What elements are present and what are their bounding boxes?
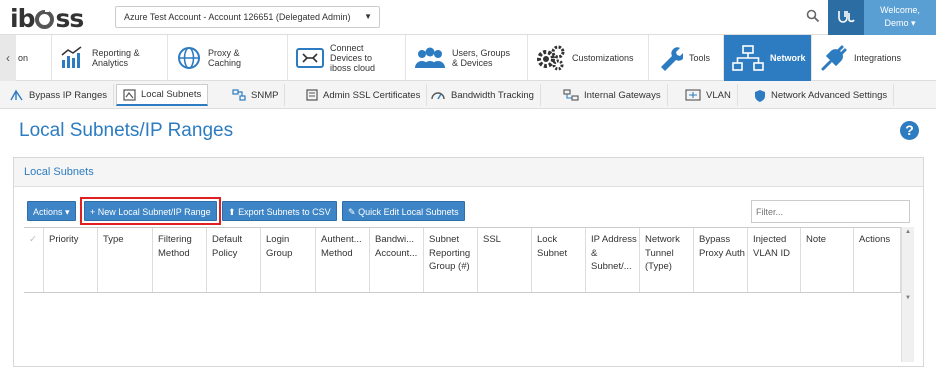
highlight-box [80,197,221,225]
nav-item-integrations[interactable]: Integrations [812,35,936,81]
nav-item-tools[interactable]: Tools [649,35,724,81]
tab-admin-ssl-certificates[interactable]: Admin SSL Certificates [300,84,428,106]
column-header[interactable]: Note [801,228,854,292]
scroll-down-icon[interactable]: ▼ [905,295,911,301]
grid-vertical-scrollbar[interactable]: ▲ ▼ [901,227,914,362]
column-header[interactable]: Injected VLAN ID [748,228,801,292]
tab-vlan[interactable]: VLAN [679,84,738,106]
gateway-icon [563,89,579,101]
nav-item-partial[interactable]: on [16,35,52,81]
chevron-left-icon[interactable]: ‹ [0,35,16,81]
snmp-icon [232,89,246,101]
column-header[interactable]: IP Address & Subnet/... [586,228,640,292]
column-header[interactable]: Lock Subnet [532,228,586,292]
bypass-icon [10,89,23,101]
nav-label: Network [770,53,806,63]
tab-label: Local Subnets [141,89,202,100]
users-icon [415,47,445,68]
tab-label: Bandwidth Tracking [451,89,534,101]
user-name-row: Demo ▾ [864,17,936,30]
nav-item-reporting[interactable]: Reporting & Analytics [52,35,168,81]
page-title: Local Subnets/IP Ranges [19,120,234,141]
account-selector[interactable]: Azure Test Account - Account 126651 (Del… [115,6,380,28]
select-all-checkbox[interactable]: ✓ [24,228,44,292]
column-header[interactable]: Bandwi... Account... [370,228,424,292]
column-header[interactable]: Authent... Method [316,228,370,292]
tab-label: Bypass IP Ranges [29,89,107,101]
tab-network-advanced-settings[interactable]: Network Advanced Settings [748,84,895,106]
local-subnets-icon [123,88,136,101]
quick-edit-button[interactable]: ✎ Quick Edit Local Subnets [342,201,465,221]
chevron-down-icon: ▾ [911,18,916,28]
vlan-icon [685,89,701,101]
welcome-label: Welcome, [880,5,920,15]
nav-label: Customizations [572,53,634,63]
subnets-grid-header: ✓ Priority Type Filtering Method Default… [24,227,914,293]
tab-snmp[interactable]: SNMP [226,84,286,106]
column-header[interactable]: Subnet Reporting Group (#) [424,228,478,292]
search-icon[interactable] [806,9,820,23]
network-icon [732,45,764,71]
account-label: Azure Test Account - Account 126651 (Del… [124,12,351,22]
user-name: Demo [884,18,909,28]
plug-icon [821,45,847,71]
iboss-logo[interactable]: ib ss [10,4,84,33]
upload-icon: ⬆ [228,207,236,217]
tab-label: Network Advanced Settings [771,89,888,101]
top-bar: ib ss Azure Test Account - Account 126651… [0,0,936,35]
nav-label: Users, Groups & Devices [452,48,511,68]
welcome-menu[interactable]: Welcome, Demo ▾ [864,0,936,35]
panel-title: Local Subnets [14,158,923,187]
tab-bandwidth-tracking[interactable]: Bandwidth Tracking [424,84,541,106]
wrench-icon [661,47,683,71]
quick-edit-label: Quick Edit Local Subnets [358,207,459,217]
nav-label: Reporting & Analytics [92,48,140,68]
actions-dropdown-button[interactable]: Actions ▾ [27,201,76,221]
tab-bypass-ip-ranges[interactable]: Bypass IP Ranges [4,84,114,106]
column-header[interactable]: Login Group [261,228,316,292]
column-header[interactable]: Actions [854,228,901,292]
nav-label: Tools [689,53,711,63]
nav-item-proxy[interactable]: Proxy & Caching [168,35,288,81]
column-header[interactable]: Default Policy [207,228,261,292]
column-header[interactable]: Bypass Proxy Auth [694,228,748,292]
column-header[interactable]: SSL [478,228,532,292]
nav-item-connect-devices[interactable]: Connect Devices to iboss cloud [288,35,406,81]
nav-item-network[interactable]: Network [724,35,812,81]
certificate-icon [306,89,318,101]
export-subnets-button[interactable]: ⬆ Export Subnets to CSV [222,201,337,221]
sub-nav: Bypass IP Ranges Local Subnets SNMP Admi… [0,81,936,109]
user-avatar[interactable] [828,0,864,35]
scroll-up-icon[interactable]: ▲ [905,229,911,235]
globe-icon [178,47,200,69]
bandwidth-icon [431,92,445,100]
nav-label: on [18,53,29,63]
chevron-down-icon: ▼ [364,12,372,21]
nav-item-customizations[interactable]: Customizations [528,35,649,81]
export-label: Export Subnets to CSV [238,207,331,217]
tab-internal-gateways[interactable]: Internal Gateways [557,84,668,106]
tab-label: SNMP [251,89,279,101]
gears-icon [537,45,565,71]
user-logo-icon [838,11,855,23]
column-header[interactable]: Type [98,228,153,292]
bar-chart-icon [61,46,82,68]
filter-input[interactable] [751,200,910,223]
column-header[interactable]: Priority [44,228,98,292]
help-icon[interactable]: ? [900,121,919,140]
nav-label: Connect Devices to iboss cloud [330,43,376,73]
tab-local-subnets[interactable]: Local Subnets [116,84,209,106]
tab-label: VLAN [706,89,731,101]
column-header[interactable]: Network Tunnel (Type) [640,228,694,292]
column-header[interactable]: Filtering Method [153,228,207,292]
main-nav: ‹ on Reporting & Analytics Proxy & Cachi… [0,35,936,81]
nav-label: Proxy & Caching [208,48,242,68]
edit-icon: ✎ [348,207,356,217]
nav-label: Integrations [854,53,902,63]
nav-item-users[interactable]: Users, Groups & Devices [406,35,528,81]
tab-label: Admin SSL Certificates [323,89,421,101]
connect-devices-icon [296,48,324,68]
tab-label: Internal Gateways [584,89,661,101]
shield-icon [755,89,765,102]
